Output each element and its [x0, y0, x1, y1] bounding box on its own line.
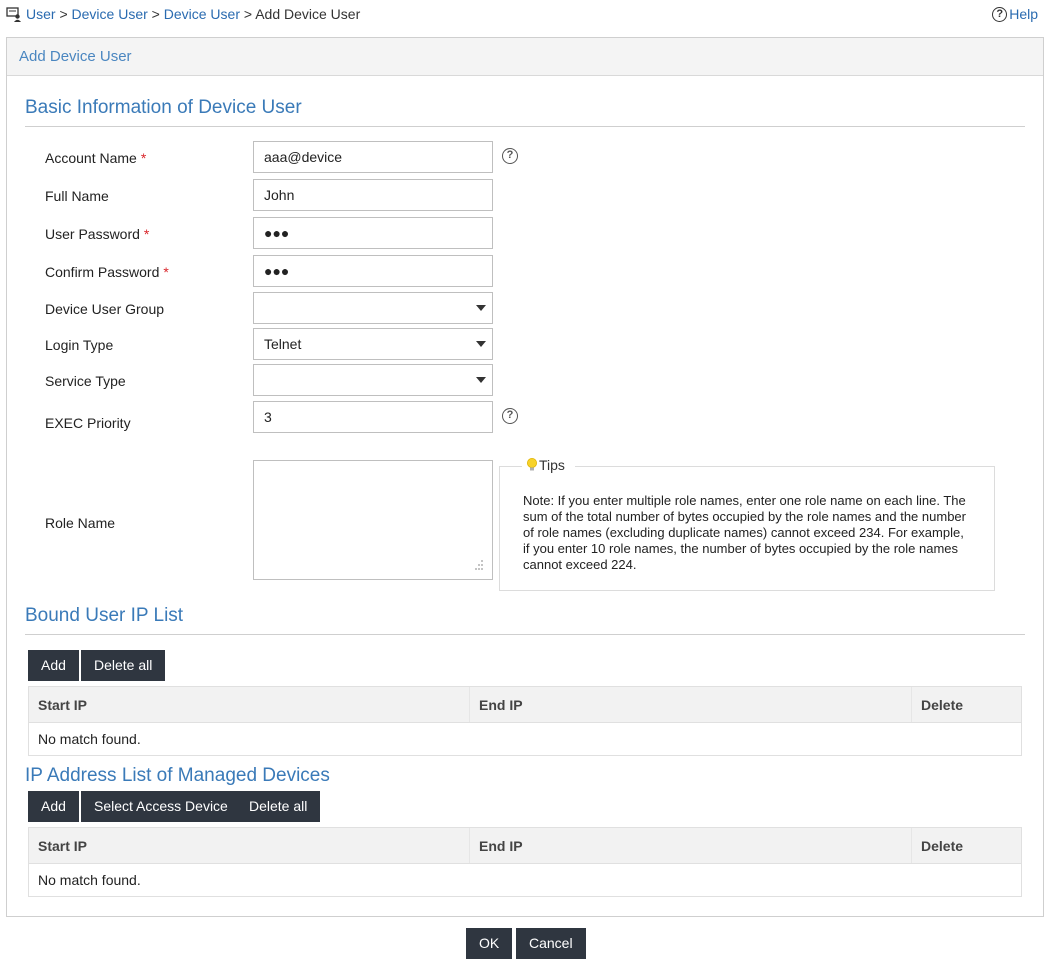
tips-box: Tips Note: If you enter multiple role na…: [499, 457, 995, 591]
lightbulb-icon: [527, 458, 537, 471]
user-password-input[interactable]: [253, 217, 493, 249]
basic-info-title: Basic Information of Device User: [25, 97, 302, 118]
resize-grip-icon[interactable]: [471, 558, 485, 572]
column-start-ip[interactable]: Start IP: [38, 697, 87, 713]
account-name-help-icon[interactable]: ?: [502, 148, 518, 164]
column-end-ip[interactable]: End IP: [479, 838, 523, 854]
bound-ip-title: Bound User IP List: [25, 605, 184, 626]
section-divider: [25, 634, 1025, 635]
exec-priority-label: EXEC Priority: [45, 415, 131, 431]
help-label: Help: [1009, 6, 1038, 22]
breadcrumb-separator: >: [243, 6, 253, 22]
login-type-value: Telnet: [264, 336, 302, 352]
chevron-down-icon: [476, 377, 486, 383]
column-end-ip[interactable]: End IP: [479, 697, 523, 713]
breadcrumb-separator: >: [151, 6, 160, 22]
account-name-input[interactable]: [253, 141, 493, 173]
column-start-ip[interactable]: Start IP: [38, 838, 87, 854]
add-device-user-panel: Add Device User Basic Information of Dev…: [6, 37, 1044, 917]
ok-button[interactable]: OK: [466, 928, 513, 959]
managed-ip-delete-all-button[interactable]: Delete all: [236, 791, 321, 822]
device-user-group-select[interactable]: [253, 292, 493, 324]
column-delete[interactable]: Delete: [921, 697, 963, 713]
managed-ip-title: IP Address List of Managed Devices: [25, 765, 330, 786]
service-type-label: Service Type: [45, 373, 126, 389]
bound-ip-add-button[interactable]: Add: [28, 650, 79, 681]
breadcrumb-device-user-list[interactable]: Device User: [164, 6, 240, 22]
role-name-label: Role Name: [45, 515, 116, 531]
role-name-textarea[interactable]: [253, 460, 493, 580]
breadcrumb-user[interactable]: User: [26, 6, 56, 22]
tips-legend: Tips: [522, 457, 575, 473]
user-location-icon: [6, 7, 21, 22]
bound-ip-delete-all-button[interactable]: Delete all: [81, 650, 166, 681]
confirm-password-label: Confirm Password *: [45, 264, 169, 280]
bound-ip-table: Start IP End IP Delete No match found.: [28, 686, 1022, 756]
help-icon: ?: [992, 6, 1008, 22]
service-type-select[interactable]: [253, 364, 493, 396]
tips-text: Note: If you enter multiple role names, …: [523, 493, 966, 572]
section-divider: [25, 126, 1025, 127]
select-access-device-button[interactable]: Select Access Device: [81, 791, 241, 822]
breadcrumb: User > Device User > Device User > Add D…: [26, 6, 360, 22]
breadcrumb-separator: >: [59, 6, 68, 22]
column-delete[interactable]: Delete: [921, 838, 963, 854]
exec-priority-help-icon[interactable]: ?: [502, 408, 518, 424]
table-row: No match found.: [29, 723, 1021, 755]
full-name-input[interactable]: [253, 179, 493, 211]
managed-ip-table: Start IP End IP Delete No match found.: [28, 827, 1022, 897]
managed-ip-add-button[interactable]: Add: [28, 791, 79, 822]
table-header: Start IP End IP Delete: [29, 828, 1021, 864]
user-password-label: User Password *: [45, 226, 150, 242]
cancel-button[interactable]: Cancel: [516, 928, 586, 959]
exec-priority-input[interactable]: [253, 401, 493, 433]
table-header: Start IP End IP Delete: [29, 687, 1021, 723]
login-type-select[interactable]: Telnet: [253, 328, 493, 360]
help-link[interactable]: ? Help: [992, 6, 1038, 22]
empty-message: No match found.: [38, 731, 141, 747]
full-name-label: Full Name: [45, 188, 109, 204]
chevron-down-icon: [476, 341, 486, 347]
panel-title: Add Device User: [7, 38, 1043, 76]
account-name-label: Account Name *: [45, 150, 147, 166]
table-row: No match found.: [29, 864, 1021, 896]
top-bar: User > Device User > Device User > Add D…: [0, 0, 1044, 30]
device-user-group-label: Device User Group: [45, 301, 165, 317]
login-type-label: Login Type: [45, 337, 114, 353]
breadcrumb-device-user[interactable]: Device User: [72, 6, 148, 22]
breadcrumb-current: Add Device User: [255, 6, 361, 22]
chevron-down-icon: [476, 305, 486, 311]
confirm-password-input[interactable]: [253, 255, 493, 287]
empty-message: No match found.: [38, 872, 141, 888]
tips-title: Tips: [539, 457, 565, 473]
